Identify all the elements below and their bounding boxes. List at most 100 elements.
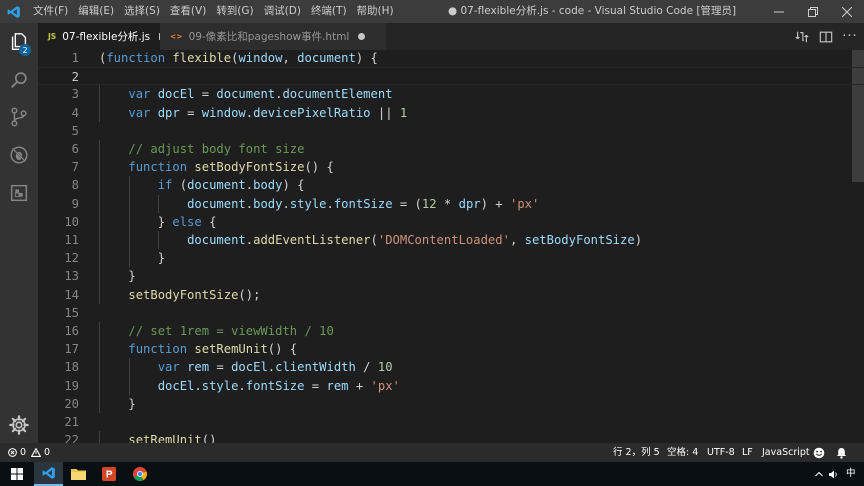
menu-debug[interactable]: 调试(D) [259,0,306,23]
code-line[interactable]: 11 document.addEventListener('DOMContent… [38,231,864,249]
code-line[interactable]: 21 [38,413,864,431]
code-line[interactable]: 4 var dpr = window.devicePixelRatio || 1 [38,104,864,122]
indent-guide [128,212,130,231]
restore-button[interactable] [796,0,830,23]
code-line[interactable]: 19 docEl.style.fontSize = rem + 'px' [38,377,864,395]
minimize-button[interactable] [762,0,796,23]
code-line[interactable]: 18 var rem = docEl.clientWidth / 10 [38,358,864,376]
code-token: // adjust body font size [128,142,305,156]
code-line[interactable]: 7 function setBodyFontSize() { [38,158,864,176]
code-line[interactable]: 10 } else { [38,213,864,231]
line-code: function setRemUnit() { [99,340,297,358]
line-number: 18 [64,360,79,375]
show-hidden-icons-button[interactable] [812,462,826,486]
line-number: 9 [71,196,79,211]
line-code: // adjust body font size [99,140,304,158]
close-window-button[interactable] [830,0,864,23]
code-line[interactable]: 9 document.body.style.fontSize = (12 * d… [38,195,864,213]
problems-indicator[interactable]: 0 0 [8,443,50,462]
code-token: document [187,233,246,247]
indentation[interactable]: 空格: 4 [667,443,698,462]
tab-flexible-js[interactable]: JS 07-flexible分析.js [38,23,160,50]
code-token: rem [326,378,349,393]
code-token: fontSize [333,196,393,211]
taskbar-vscode[interactable] [34,462,63,486]
close-icon [842,6,852,17]
code-token: function [106,51,173,65]
cursor-position[interactable]: 行 2，列 5 [613,443,660,462]
volume-button[interactable] [827,462,841,486]
input-method-indicator[interactable]: 中 [846,462,856,486]
debug-button[interactable] [0,136,38,174]
code-token: } [99,396,136,411]
code-editor[interactable]: 1 (function flexible(window, document) {2… [38,50,864,443]
indent-guide [99,103,100,122]
taskbar-chrome[interactable] [124,462,156,486]
windows-taskbar: 中 [0,462,864,486]
indent-guide [99,431,100,443]
menu-go[interactable]: 转到(G) [211,0,258,23]
start-button[interactable] [0,462,34,486]
code-token: docEl [157,378,195,393]
code-line[interactable]: 2 [38,67,864,86]
menu-selection[interactable]: 选择(S) [119,0,165,23]
line-code: setRemUnit() [99,431,216,443]
code-token: if [157,178,180,193]
menu-terminal[interactable]: 终端(T) [306,0,352,23]
notifications-button[interactable] [836,443,847,462]
settings-button[interactable] [0,406,38,444]
code-token: = [209,360,232,375]
indent-guide [99,358,100,377]
code-line[interactable]: 12 } [38,249,864,267]
search-icon [11,72,27,88]
code-line[interactable]: 15 [38,304,864,322]
explorer-button[interactable]: 2 [0,23,38,61]
code-token: = [304,378,327,393]
code-token: var [128,105,158,120]
line-number: 12 [64,251,79,266]
indent-guide [128,376,130,395]
end-of-line[interactable]: LF [742,443,753,462]
line-code: var rem = docEl.clientWidth / 10 [99,358,393,376]
code-line[interactable]: 20 } [38,395,864,413]
code-line[interactable]: 16 // set 1rem = viewWidth / 10 [38,322,864,340]
code-token: document [187,196,246,211]
chrome-icon [133,467,147,481]
code-token: . [282,196,290,211]
code-line[interactable]: 14 setBodyFontSize(); [38,286,864,304]
taskbar-powerpoint[interactable] [93,462,124,486]
code-line[interactable]: 3 var docEl = document.documentElement [38,85,864,103]
code-line[interactable]: 17 function setRemUnit() { [38,340,864,358]
code-line[interactable]: 8 if (document.body) { [38,176,864,194]
code-line[interactable]: 13 } [38,267,864,285]
extensions-button[interactable] [0,174,38,212]
search-button[interactable] [0,61,38,99]
indent-guide [128,176,130,195]
menu-help[interactable]: 帮助(H) [352,0,399,23]
menu-view[interactable]: 查看(V) [165,0,211,23]
source-control-button[interactable] [0,98,38,136]
more-actions-button[interactable]: ··· [838,23,862,50]
open-changes-button[interactable] [790,23,814,50]
taskbar-file-explorer[interactable] [63,462,93,486]
feedback-button[interactable] [813,443,825,462]
encoding[interactable]: UTF-8 [707,443,735,462]
language-mode[interactable]: JavaScript [762,443,810,462]
line-code: var docEl = document.documentElement [99,85,392,103]
line-number: 13 [64,269,79,284]
code-token: ) + [480,196,510,211]
code-token: . [326,196,334,211]
menu-edit[interactable]: 编辑(E) [73,0,119,23]
tab-pageshow-html[interactable]: <> 09-像素比和pageshow事件.html [160,23,386,50]
code-line[interactable]: 5 [38,122,864,140]
indent-guide [128,194,130,213]
code-line[interactable]: 1 (function flexible(window, document) { [38,50,864,67]
split-editor-button[interactable] [814,23,838,50]
unsaved-dot-icon[interactable] [358,33,366,40]
code-line[interactable]: 22 setRemUnit() [38,431,864,443]
code-line[interactable]: 6 // adjust body font size [38,140,864,158]
menu-file[interactable]: 文件(F) [28,0,73,23]
